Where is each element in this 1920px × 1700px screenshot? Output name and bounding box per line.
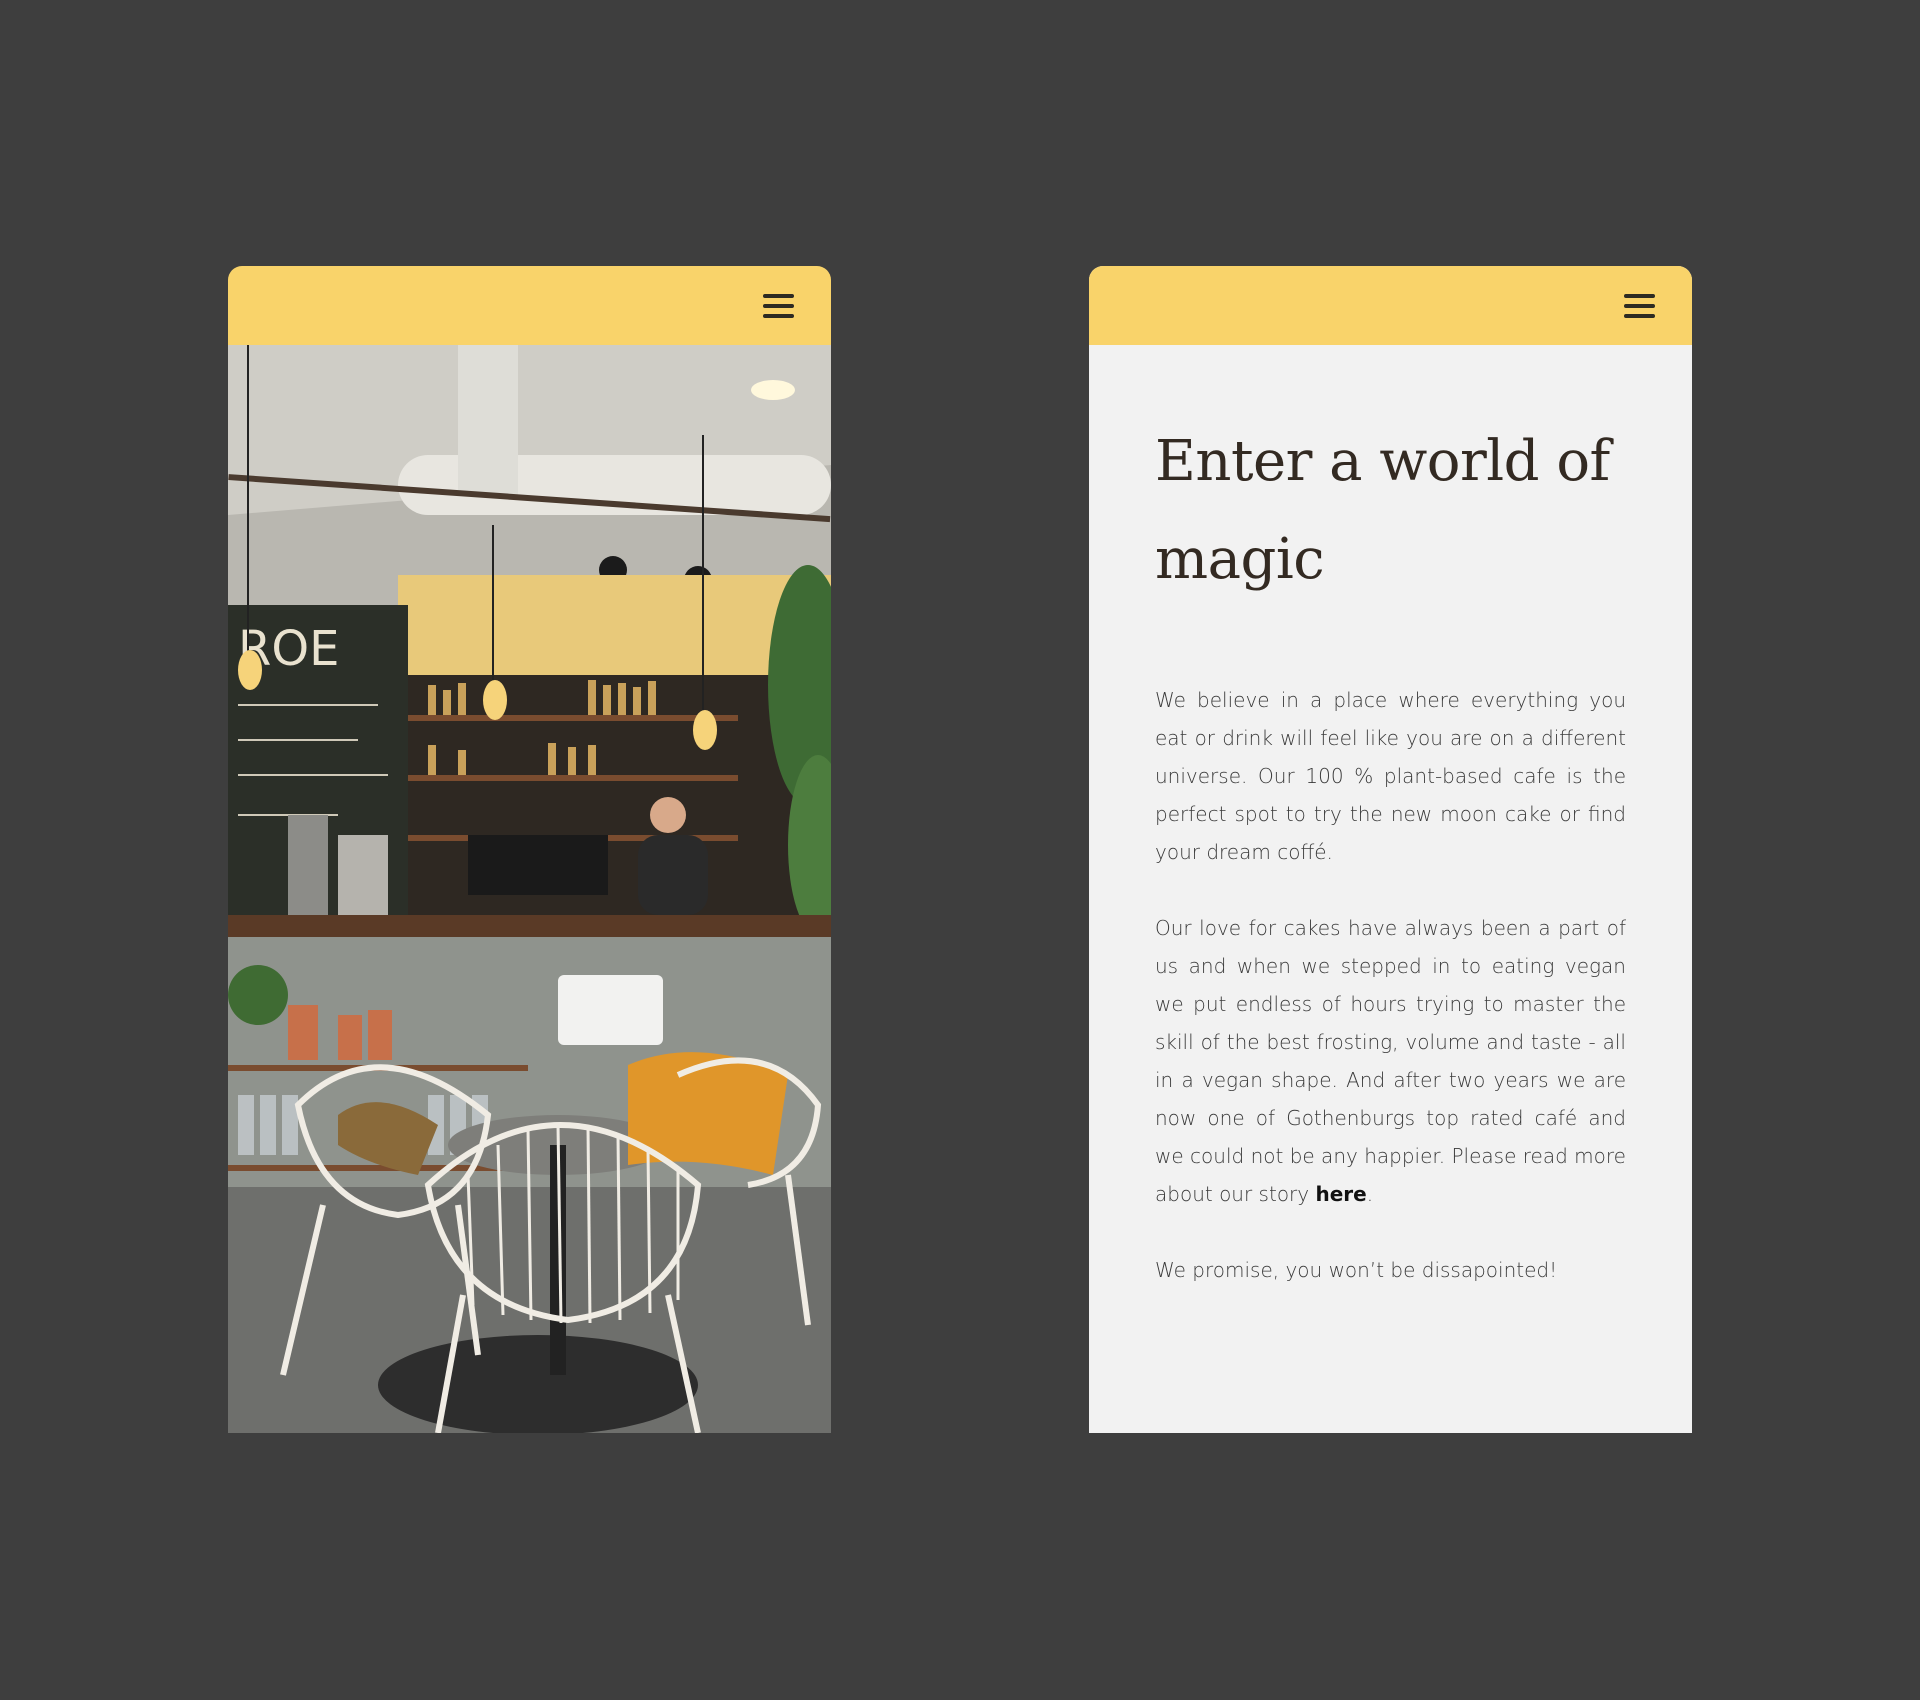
top-bar (1089, 266, 1692, 345)
intro-paragraph: We believe in a place where everything y… (1155, 688, 1626, 864)
hamburger-menu-icon[interactable] (1624, 293, 1655, 320)
page-headline: Enter a world of magic (1155, 429, 1610, 592)
story-text: Our love for cakes have always been a pa… (1155, 916, 1626, 1206)
top-bar (228, 266, 831, 345)
mobile-screen-text: Enter a world of magic We believe in a p… (1089, 266, 1692, 1433)
cafe-interior-photo: ROE (228, 345, 831, 1433)
hamburger-menu-icon[interactable] (763, 293, 794, 320)
story-paragraph: Our love for cakes have always been a pa… (1155, 909, 1626, 1213)
story-link[interactable]: here (1315, 1182, 1366, 1206)
content-area: Enter a world of magic We believe in a p… (1089, 345, 1692, 1289)
mobile-screen-image: ROE (228, 266, 831, 1433)
story-period: . (1366, 1182, 1374, 1206)
promise-paragraph: We promise, you won’t be dissapointed! (1155, 1258, 1558, 1282)
